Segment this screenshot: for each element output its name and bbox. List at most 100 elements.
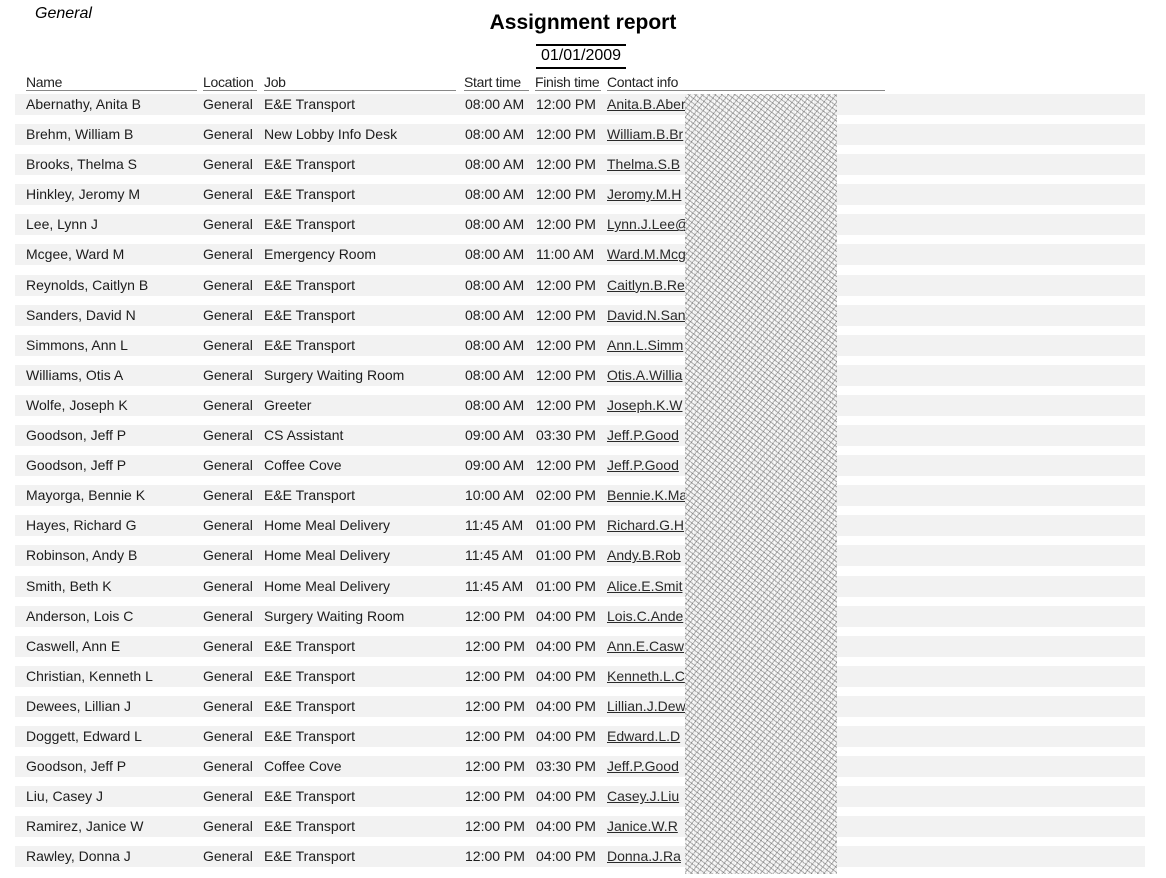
cell-name: Lee, Lynn J xyxy=(26,216,98,233)
cell-finish-time: 12:00 PM xyxy=(536,96,596,112)
cell-job: CS Assistant xyxy=(264,427,344,444)
cell-start-time: 08:00 AM xyxy=(465,366,525,383)
table-row: Abernathy, Anita B General E&E Transport 08… xyxy=(15,94,1145,115)
contact-email-link[interactable]: Ann.E.Casw xyxy=(607,636,684,657)
cell-job: E&E Transport xyxy=(264,848,356,865)
table-row: Mcgee, Ward M General Emergency Room 08:00 … xyxy=(15,244,1145,266)
cell-job: E&E Transport xyxy=(264,727,356,744)
contact-email-link[interactable]: Jeff.P.Good xyxy=(607,756,679,777)
contact-email-link[interactable]: Kenneth.L.C xyxy=(607,666,685,687)
cell-name: Liu, Casey J xyxy=(26,788,104,805)
cell-start-time: 08:00 AM xyxy=(465,396,525,413)
table-row: Brooks, Thelma S General E&E Transport 08:0… xyxy=(15,154,1145,176)
contact-email-link[interactable]: Anita.B.Aber xyxy=(607,94,686,115)
cell-job: E&E Transport xyxy=(264,637,356,654)
cell-start-time: 12:00 PM xyxy=(465,727,525,744)
cell-finish-time: 12:00 PM xyxy=(536,306,596,323)
contact-email-link[interactable]: Alice.E.Smit xyxy=(607,576,682,597)
cell-location: General xyxy=(203,186,253,203)
cell-finish-time: 04:00 PM xyxy=(536,637,596,654)
contact-email-link[interactable]: Donna.J.Ra xyxy=(607,846,681,867)
cell-name: Reynolds, Caitlyn B xyxy=(26,276,149,293)
contact-email-link[interactable]: Lois.C.Ande xyxy=(607,606,683,627)
contact-email-link[interactable]: Jeromy.M.H xyxy=(607,184,681,205)
cell-location: General xyxy=(203,156,253,173)
column-header-name: Name xyxy=(26,74,197,91)
cell-finish-time: 04:00 PM xyxy=(536,818,596,835)
cell-finish-time: 04:00 PM xyxy=(536,848,596,865)
cell-finish-time: 04:00 PM xyxy=(536,788,596,805)
redacted-contact-overlay xyxy=(685,94,837,874)
table-row: Robinson, Andy B General Home Meal Deliver… xyxy=(15,545,1145,567)
contact-email-link[interactable]: Jeff.P.Good xyxy=(607,425,679,446)
table-row: Dewees, Lillian J General E&E Transport 12:… xyxy=(15,695,1145,717)
cell-name: Brehm, William B xyxy=(26,126,134,143)
contact-email-link[interactable]: Lynn.J.Lee@ xyxy=(607,214,689,235)
cell-location: General xyxy=(203,697,253,714)
cell-location: General xyxy=(203,818,253,835)
cell-finish-time: 12:00 PM xyxy=(536,126,596,143)
report-title: Assignment report xyxy=(489,11,677,34)
cell-start-time: 11:45 AM xyxy=(465,517,524,534)
contact-email-link[interactable]: Bennie.K.Ma xyxy=(607,485,687,506)
cell-finish-time: 12:00 PM xyxy=(536,336,596,353)
cell-finish-time: 12:00 PM xyxy=(536,366,596,383)
table-row: Williams, Otis A General Surgery Waiting R… xyxy=(15,364,1145,386)
column-header-start-time: Start time xyxy=(464,74,529,91)
cell-job: Coffee Cove xyxy=(264,457,342,474)
contact-email-link[interactable]: David.N.San xyxy=(607,305,686,326)
cell-location: General xyxy=(203,396,253,413)
column-header-finish-time: Finish time xyxy=(535,74,601,91)
contact-email-link[interactable]: Lillian.J.Dew xyxy=(607,696,686,717)
contact-email-link[interactable]: Caitlyn.B.Re xyxy=(607,275,685,296)
contact-email-link[interactable]: Andy.B.Rob xyxy=(607,545,681,566)
column-header-contact-info: Contact info xyxy=(607,74,885,91)
table-row: Christian, Kenneth L General E&E Transport… xyxy=(15,665,1145,687)
table-row: Liu, Casey J General E&E Transport 12:00 PM… xyxy=(15,786,1145,808)
contact-email-link[interactable]: Casey.J.Liu xyxy=(607,786,679,807)
cell-name: Smith, Beth K xyxy=(26,577,112,594)
contact-email-link[interactable]: Ward.M.Mcg xyxy=(607,244,686,265)
column-header-job: Job xyxy=(264,74,456,91)
cell-job: E&E Transport xyxy=(264,818,356,835)
cell-finish-time: 12:00 PM xyxy=(536,216,596,233)
table-row: Simmons, Ann L General E&E Transport 08:00 … xyxy=(15,334,1145,356)
table-row: Brehm, William B General New Lobby Info De… xyxy=(15,124,1145,146)
table-row: Mayorga, Bennie K General E&E Transport 10:… xyxy=(15,485,1145,507)
table-row: Goodson, Jeff P General CS Assistant 09:00 … xyxy=(15,425,1145,447)
contact-email-link[interactable]: Thelma.S.B xyxy=(607,154,680,175)
table-row: Rawley, Donna J General E&E Transport 12:00… xyxy=(15,846,1145,868)
contact-email-link[interactable]: Jeff.P.Good xyxy=(607,455,679,476)
cell-job: Surgery Waiting Room xyxy=(264,607,405,624)
contact-email-link[interactable]: Joseph.K.W xyxy=(607,395,682,416)
cell-location: General xyxy=(203,727,253,744)
cell-name: Caswell, Ann E xyxy=(26,637,121,654)
cell-start-time: 08:00 AM xyxy=(465,156,525,173)
cell-location: General xyxy=(203,366,253,383)
cell-location: General xyxy=(203,637,253,654)
cell-name: Goodson, Jeff P xyxy=(26,758,127,775)
contact-email-link[interactable]: Richard.G.H xyxy=(607,515,684,536)
cell-start-time: 12:00 PM xyxy=(465,788,525,805)
cell-job: E&E Transport xyxy=(264,216,356,233)
contact-email-link[interactable]: Edward.L.D xyxy=(607,726,680,747)
cell-job: Greeter xyxy=(264,396,312,413)
cell-location: General xyxy=(203,848,253,865)
cell-location: General xyxy=(203,577,253,594)
contact-email-link[interactable]: Otis.A.Willia xyxy=(607,365,682,386)
cell-finish-time: 02:00 PM xyxy=(536,487,596,504)
contact-email-link[interactable]: William.B.Br xyxy=(607,124,683,145)
contact-email-link[interactable]: Janice.W.R xyxy=(607,816,678,837)
cell-finish-time: 03:30 PM xyxy=(536,758,596,775)
cell-location: General xyxy=(203,427,253,444)
cell-start-time: 09:00 AM xyxy=(465,457,525,474)
cell-location: General xyxy=(203,758,253,775)
cell-start-time: 11:45 AM xyxy=(465,547,524,564)
contact-email-link[interactable]: Ann.L.Simm xyxy=(607,335,683,356)
cell-start-time: 12:00 PM xyxy=(465,607,525,624)
cell-job: Surgery Waiting Room xyxy=(264,366,405,383)
table-row: Doggett, Edward L General E&E Transport 12:… xyxy=(15,725,1145,747)
cell-name: Wolfe, Joseph K xyxy=(26,396,128,413)
cell-finish-time: 04:00 PM xyxy=(536,727,596,744)
cell-location: General xyxy=(203,276,253,293)
